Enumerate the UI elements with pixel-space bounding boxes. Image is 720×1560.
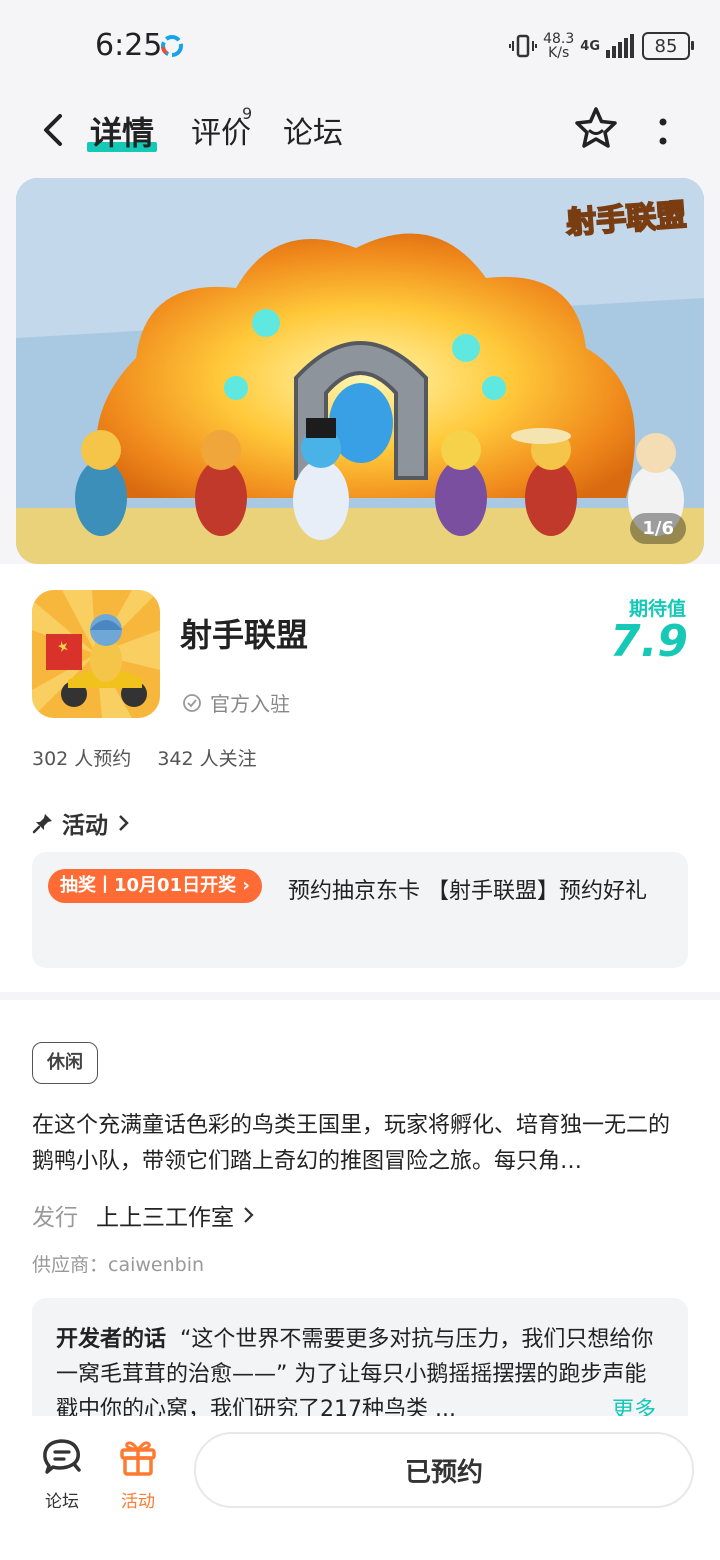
bottom-action-bar: 论坛 活动 已预约 bbox=[0, 1416, 720, 1560]
forum-button[interactable]: 论坛 bbox=[32, 1436, 92, 1512]
gift-icon bbox=[120, 1441, 156, 1476]
forum-chat-icon bbox=[43, 1439, 81, 1474]
tab-forum[interactable]: 论坛 bbox=[283, 108, 343, 152]
activity-tab-button[interactable]: 活动 bbox=[108, 1436, 168, 1512]
more-options-icon[interactable] bbox=[650, 112, 676, 152]
game-header-card: 射手联盟 官方入驻 期待值 7.9 302 人预约 342 人关注 活动 预约抽… bbox=[0, 564, 720, 992]
activity-section-header[interactable]: 活动 bbox=[32, 806, 132, 840]
publisher-link[interactable]: 上上三工作室 bbox=[96, 1198, 256, 1232]
chevron-right-icon bbox=[119, 815, 129, 831]
publisher-name: 上上三工作室 bbox=[96, 1205, 234, 1231]
reservation-count: 302 人预约 bbox=[32, 748, 132, 770]
chevron-right-icon bbox=[244, 1207, 254, 1223]
follower-count: 342 人关注 bbox=[157, 748, 257, 770]
network-type: 4G bbox=[580, 38, 600, 54]
carousel-counter: 1/6 bbox=[630, 513, 686, 544]
pin-icon bbox=[32, 814, 52, 834]
top-nav: 详情 评价 9 论坛 bbox=[0, 92, 720, 172]
game-app-icon bbox=[32, 590, 160, 718]
lottery-tag-label: 抽奖丨10月01日开奖 bbox=[60, 875, 237, 896]
game-name: 射手联盟 bbox=[180, 616, 309, 654]
status-time: 6:25 bbox=[95, 28, 163, 63]
app-notification-icon bbox=[161, 35, 183, 57]
signal-icon bbox=[606, 34, 634, 58]
reviews-count-badge: 9 bbox=[242, 104, 253, 123]
activity-heading: 活动 bbox=[62, 813, 108, 839]
battery-indicator: 85 bbox=[642, 32, 694, 60]
expectation-score: 7.9 bbox=[610, 616, 688, 667]
network-speed-value: 48.3 bbox=[543, 31, 575, 47]
check-circle-icon bbox=[183, 693, 201, 712]
reserved-button[interactable]: 已预约 bbox=[194, 1432, 694, 1508]
official-label: 官方入驻 bbox=[210, 692, 290, 716]
game-logo-watermark: 射手联盟 bbox=[564, 197, 688, 242]
network-speed: 48.3 K/s bbox=[543, 32, 574, 60]
game-description[interactable]: 在这个充满童话色彩的鸟类王国里，玩家将孵化、培育独一无二的鹅鸭小队，带领它们踏上… bbox=[32, 1108, 688, 1180]
game-info-section: 休闲 在这个充满童话色彩的鸟类王国里，玩家将孵化、培育独一无二的鹅鸭小队，带领它… bbox=[0, 1000, 720, 1422]
activity-card[interactable]: 预约抽京东卡 【射手联盟】预约好礼 抽奖丨10月01日开奖 › bbox=[32, 852, 688, 968]
official-badge: 官方入驻 bbox=[182, 688, 290, 717]
status-bar: 6:25 48.3 K/s 4G 85 bbox=[0, 0, 720, 92]
genre-tag[interactable]: 休闲 bbox=[32, 1042, 98, 1084]
tab-details[interactable]: 详情 bbox=[90, 108, 154, 154]
vibrate-icon bbox=[509, 34, 538, 58]
stats-row: 302 人预约 342 人关注 bbox=[32, 744, 257, 771]
supplier-info: 供应商：caiwenbin bbox=[32, 1254, 205, 1276]
developer-note-card[interactable]: 开发者的话 “这个世界不需要更多对抗与压力，我们只想给你一窝毛茸茸的治愈——” 为… bbox=[32, 1298, 688, 1422]
forum-label: 论坛 bbox=[45, 1492, 79, 1512]
publisher-label: 发行 bbox=[32, 1205, 78, 1231]
back-arrow-icon[interactable] bbox=[38, 110, 68, 150]
favorite-star-icon[interactable] bbox=[572, 104, 620, 152]
publisher-row[interactable]: 发行 上上三工作室 bbox=[32, 1198, 256, 1232]
developer-note-title: 开发者的话 bbox=[56, 1327, 167, 1352]
activity-tab-label: 活动 bbox=[121, 1492, 155, 1512]
lottery-chevron-icon: › bbox=[236, 875, 250, 896]
status-indicators: 48.3 K/s 4G 85 bbox=[509, 28, 694, 64]
developer-note: 开发者的话 “这个世界不需要更多对抗与压力，我们只想给你一窝毛茸茸的治愈——” 为… bbox=[56, 1322, 666, 1422]
lottery-tag[interactable]: 抽奖丨10月01日开奖 › bbox=[48, 869, 262, 903]
screenshot-carousel[interactable]: 射手联盟 1/6 bbox=[16, 178, 704, 564]
network-speed-unit: K/s bbox=[548, 45, 570, 61]
